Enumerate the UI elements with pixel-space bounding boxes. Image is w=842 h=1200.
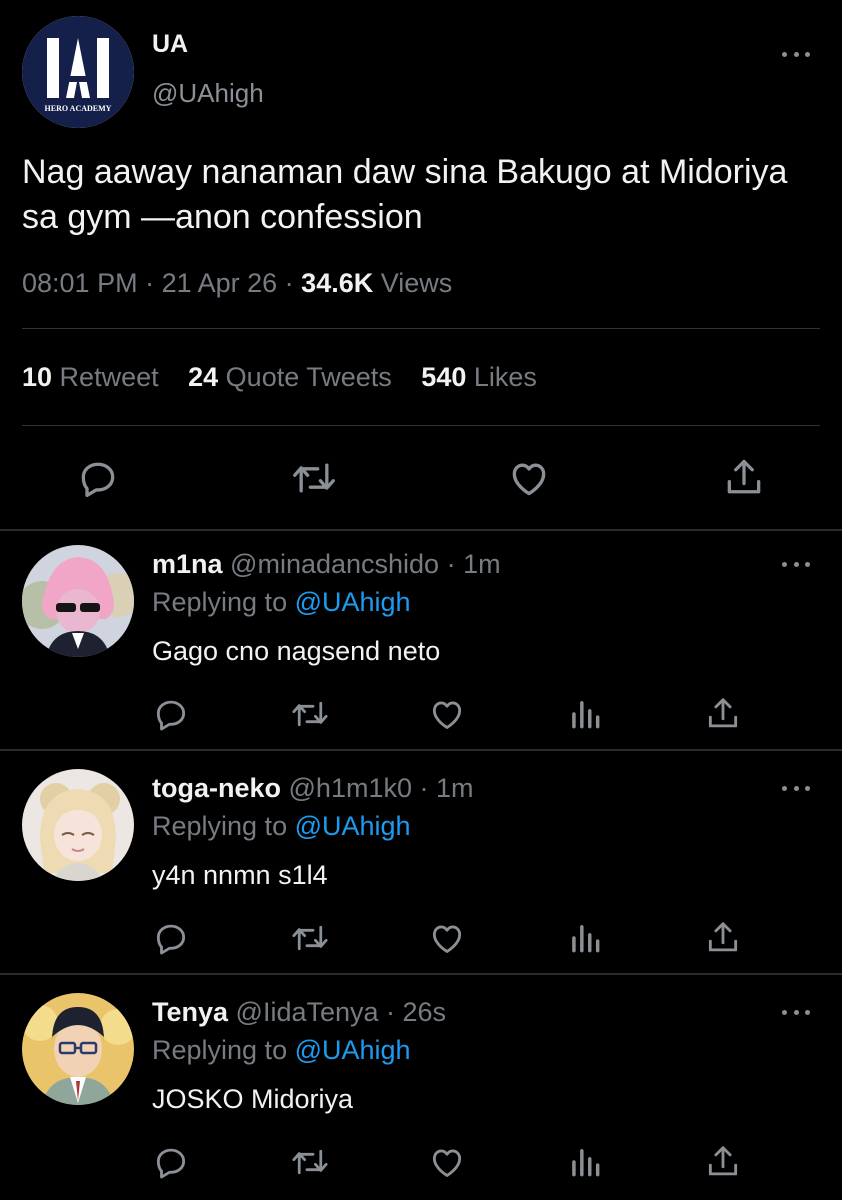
reply-author-name[interactable]: m1na — [152, 549, 223, 579]
replying-to: Replying to @UAhigh — [152, 1035, 411, 1066]
meta-separator: · — [277, 268, 302, 298]
reply-button[interactable] — [152, 695, 190, 733]
reply-header: m1na @minadancshido · 1m — [152, 549, 501, 580]
views-count[interactable]: 34.6K — [301, 268, 373, 298]
like-icon — [432, 1149, 462, 1177]
analytics-button[interactable] — [566, 1143, 604, 1181]
analytics-button[interactable] — [566, 919, 604, 957]
handle[interactable]: @UAhigh — [152, 78, 264, 109]
tweet-time: 08:01 PM — [22, 268, 138, 298]
divider — [22, 425, 820, 426]
retweet-button[interactable] — [290, 1143, 330, 1181]
reply-button[interactable] — [152, 1143, 190, 1181]
quotes-stat[interactable]: 24 Quote Tweets — [188, 362, 392, 392]
more-options-icon[interactable] — [782, 559, 810, 569]
share-icon — [708, 698, 738, 728]
retweet-icon — [292, 925, 328, 951]
quotes-count: 24 — [188, 362, 219, 392]
reply-time: · 26s — [378, 997, 447, 1027]
more-options-icon[interactable] — [782, 49, 810, 59]
replying-to: Replying to @UAhigh — [152, 587, 411, 618]
reply-time: · 1m — [411, 773, 474, 803]
tweet-meta: 08:01 PM · 21 Apr 26 · 34.6K Views — [22, 268, 452, 299]
reply-button[interactable] — [152, 919, 190, 957]
reply-author-handle[interactable]: @IidaTenya — [228, 997, 379, 1027]
reply-text: JOSKO Midoriya — [152, 1084, 354, 1114]
retweet-icon — [293, 463, 335, 493]
likes-stat[interactable]: 540 Likes — [421, 362, 537, 392]
display-name[interactable]: UA — [152, 30, 188, 59]
share-button[interactable] — [704, 919, 742, 957]
reply-header: toga-neko @h1m1k0 · 1m — [152, 773, 474, 804]
quotes-label: Quote Tweets — [218, 362, 392, 392]
reply-tweet[interactable]: toga-neko @h1m1k0 · 1m Replying to @UAhi… — [0, 751, 842, 973]
retweet-button[interactable] — [290, 695, 330, 733]
reply-text: Gago cno nagsend neto — [152, 636, 441, 666]
divider — [22, 328, 820, 329]
reply-avatar[interactable] — [22, 993, 134, 1105]
retweet-icon — [292, 701, 328, 727]
like-button[interactable] — [428, 919, 466, 957]
reply-button[interactable] — [76, 456, 120, 500]
reply-author-name[interactable]: toga-neko — [152, 773, 281, 803]
tweet-actions — [0, 456, 842, 506]
reply-icon — [156, 1148, 186, 1179]
retweet-icon — [292, 1149, 328, 1175]
share-button[interactable] — [704, 1143, 742, 1181]
share-icon — [708, 1146, 738, 1176]
replying-prefix: Replying to — [152, 811, 295, 841]
reply-icon — [156, 924, 186, 955]
replying-to-mention[interactable]: @UAhigh — [295, 587, 411, 617]
reply-text: y4n nnmn s1l4 — [152, 860, 328, 890]
tweet-date: 21 Apr 26 — [161, 268, 278, 298]
likes-count: 540 — [421, 362, 467, 392]
more-options-icon[interactable] — [782, 1007, 810, 1017]
reply-author-handle[interactable]: @minadancshido — [223, 549, 439, 579]
replying-prefix: Replying to — [152, 587, 295, 617]
ua-avatar-caption: HERO ACADEMY — [45, 104, 112, 113]
reply-icon — [156, 700, 186, 731]
reply-avatar[interactable] — [22, 769, 134, 881]
retweet-button[interactable] — [290, 919, 330, 957]
share-button[interactable] — [722, 456, 766, 500]
reply-time: · 1m — [439, 549, 501, 579]
like-icon — [432, 925, 462, 953]
retweets-stat[interactable]: 10 Retweet — [22, 362, 159, 392]
analytics-icon — [572, 1149, 600, 1177]
replying-to-mention[interactable]: @UAhigh — [295, 811, 411, 841]
more-options-icon[interactable] — [782, 783, 810, 793]
tweet-stats: 10 Retweet 24 Quote Tweets 540 Likes — [22, 362, 559, 393]
share-icon — [727, 459, 761, 494]
share-button[interactable] — [704, 695, 742, 733]
like-icon — [432, 701, 462, 729]
like-icon — [512, 463, 546, 496]
retweets-count: 10 — [22, 362, 53, 392]
like-button[interactable] — [428, 1143, 466, 1181]
replying-to-mention[interactable]: @UAhigh — [295, 1035, 411, 1065]
ua-avatar[interactable]: HERO ACADEMY — [22, 16, 134, 128]
main-tweet: HERO ACADEMY UA @UAhigh Nag aaway nanama… — [0, 0, 842, 530]
tweet-text: Nag aaway nanaman daw sina Bakugo at Mid… — [22, 153, 788, 236]
like-button[interactable] — [428, 695, 466, 733]
reply-avatar[interactable] — [22, 545, 134, 657]
reply-header: Tenya @IidaTenya · 26s — [152, 997, 446, 1028]
replying-prefix: Replying to — [152, 1035, 295, 1065]
reply-tweet[interactable]: Tenya @IidaTenya · 26s Replying to @UAhi… — [0, 975, 842, 1197]
retweets-label: Retweet — [52, 362, 159, 392]
retweet-button[interactable] — [290, 456, 338, 500]
meta-separator: · — [137, 268, 162, 298]
like-button[interactable] — [506, 456, 552, 500]
reply-author-name[interactable]: Tenya — [152, 997, 228, 1027]
analytics-icon — [572, 701, 600, 729]
reply-author-handle[interactable]: @h1m1k0 — [281, 773, 412, 803]
analytics-icon — [572, 925, 600, 953]
likes-label: Likes — [466, 362, 537, 392]
views-label: Views — [373, 268, 453, 298]
analytics-button[interactable] — [566, 695, 604, 733]
replying-to: Replying to @UAhigh — [152, 811, 411, 842]
share-icon — [708, 922, 738, 952]
reply-icon — [81, 462, 115, 498]
reply-tweet[interactable]: m1na @minadancshido · 1m Replying to @UA… — [0, 531, 842, 753]
